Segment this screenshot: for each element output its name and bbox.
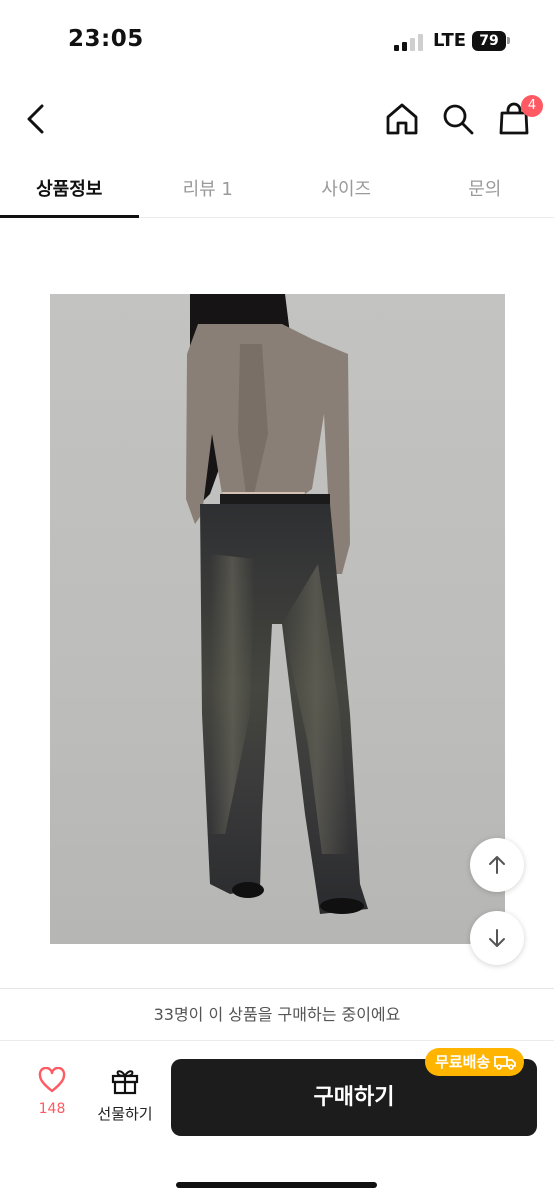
purchase-bar: 33명이 이 상품을 구매하는 중이에요 148 선물하기 구매하기 무료배송 — [0, 988, 554, 1200]
cart-count-badge: 4 — [521, 95, 543, 117]
like-button[interactable]: 148 — [30, 1066, 74, 1127]
home-indicator — [176, 1182, 377, 1188]
arrow-up-icon — [489, 856, 505, 874]
arrow-down-icon — [489, 929, 505, 947]
network-type: LTE — [433, 30, 467, 51]
signal-icon — [394, 33, 426, 51]
heart-icon — [38, 1066, 66, 1093]
free-shipping-badge: 무료배송 — [425, 1048, 525, 1076]
back-button[interactable] — [16, 99, 56, 139]
model-illustration — [186, 294, 368, 914]
home-button[interactable] — [382, 99, 422, 139]
tab-reviews[interactable]: 리뷰 1 — [139, 160, 278, 217]
search-button[interactable] — [438, 99, 478, 139]
buying-now-notice: 33명이 이 상품을 구매하는 중이에요 — [0, 989, 554, 1041]
top-navigation — [0, 85, 554, 155]
gift-button[interactable]: 선물하기 — [90, 1067, 160, 1127]
tab-size[interactable]: 사이즈 — [277, 160, 416, 217]
battery-tip — [507, 37, 510, 44]
product-tabs: 상품정보 리뷰 1 사이즈 문의 — [0, 160, 554, 218]
chevron-left-icon — [27, 104, 44, 134]
status-time: 23:05 — [68, 26, 144, 52]
battery-icon: 79 — [472, 31, 506, 51]
search-icon — [443, 104, 474, 135]
tab-inquiry[interactable]: 문의 — [416, 160, 554, 217]
free-shipping-label: 무료배송 — [435, 1053, 491, 1071]
gift-label: 선물하기 — [97, 1105, 153, 1123]
home-icon — [386, 103, 418, 135]
status-bar: 23:05 LTE 79 — [0, 0, 554, 80]
truck-icon — [494, 1056, 517, 1070]
scroll-top-button[interactable] — [470, 838, 524, 892]
scroll-bottom-button[interactable] — [470, 911, 524, 965]
gift-icon — [111, 1070, 139, 1095]
like-count: 148 — [38, 1101, 66, 1117]
tab-product-info[interactable]: 상품정보 — [0, 160, 139, 218]
product-photo — [50, 294, 505, 944]
